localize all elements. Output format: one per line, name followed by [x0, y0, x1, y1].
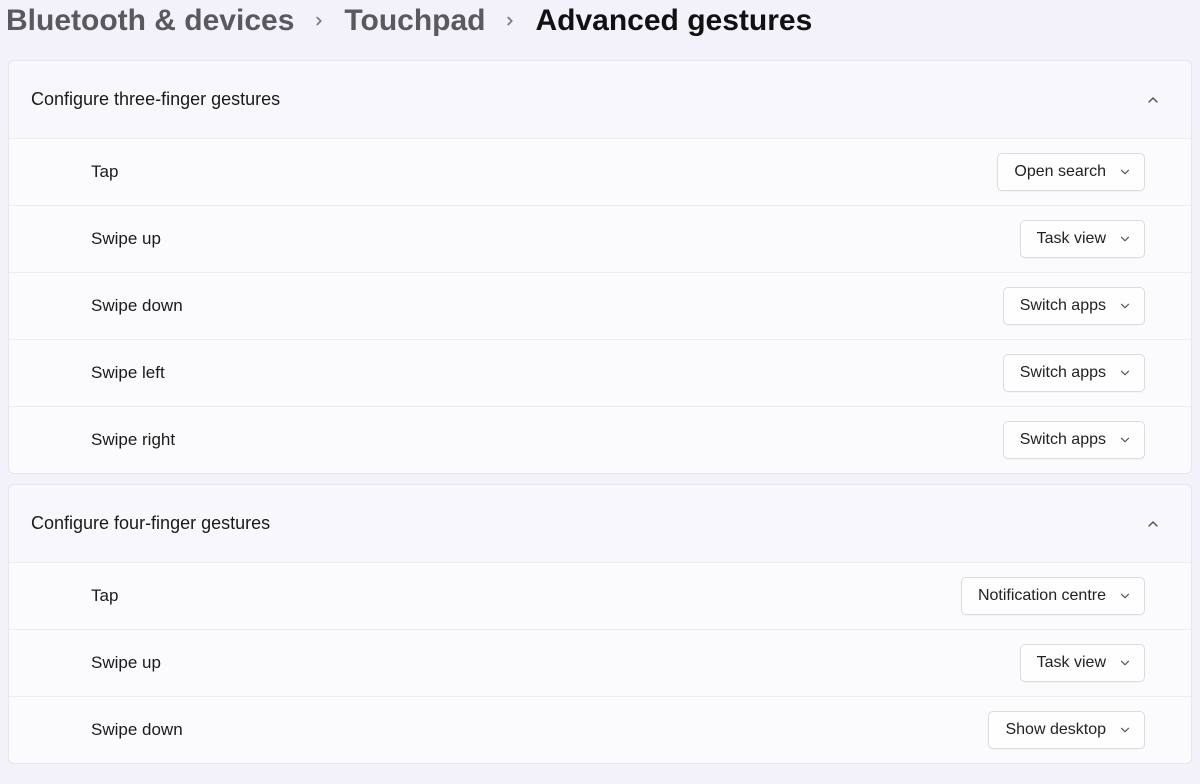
setting-label: Tap — [91, 162, 118, 182]
chevron-down-icon — [1118, 433, 1132, 447]
chevron-up-icon — [1145, 516, 1161, 532]
select-three-swipe-down[interactable]: Switch apps — [1003, 287, 1145, 325]
breadcrumb-link-bluetooth-devices[interactable]: Bluetooth & devices — [6, 4, 294, 38]
chevron-down-icon — [1118, 232, 1132, 246]
setting-row-three-swipe-left: Swipe left Switch apps — [9, 339, 1191, 406]
select-four-swipe-down[interactable]: Show desktop — [988, 711, 1145, 749]
group-four-finger: Configure four-finger gestures Tap Notif… — [8, 484, 1192, 764]
setting-label: Swipe left — [91, 363, 165, 383]
select-value: Switch apps — [1020, 431, 1106, 449]
select-four-swipe-up[interactable]: Task view — [1020, 644, 1145, 682]
setting-label: Swipe up — [91, 653, 161, 673]
setting-label: Swipe up — [91, 229, 161, 249]
select-value: Task view — [1037, 654, 1106, 672]
group-header-four-finger[interactable]: Configure four-finger gestures — [9, 485, 1191, 562]
chevron-down-icon — [1118, 656, 1132, 670]
setting-label: Swipe down — [91, 720, 183, 740]
group-title: Configure three-finger gestures — [31, 89, 280, 110]
select-value: Task view — [1037, 230, 1106, 248]
select-value: Open search — [1014, 163, 1106, 181]
chevron-down-icon — [1118, 299, 1132, 313]
setting-label: Swipe right — [91, 430, 175, 450]
breadcrumb-link-touchpad[interactable]: Touchpad — [344, 4, 485, 38]
setting-row-four-tap: Tap Notification centre — [9, 562, 1191, 629]
select-three-swipe-left[interactable]: Switch apps — [1003, 354, 1145, 392]
chevron-down-icon — [1118, 723, 1132, 737]
select-four-tap[interactable]: Notification centre — [961, 577, 1145, 615]
setting-row-three-swipe-up: Swipe up Task view — [9, 205, 1191, 272]
select-value: Switch apps — [1020, 297, 1106, 315]
chevron-right-icon — [503, 14, 517, 28]
group-three-finger: Configure three-finger gestures Tap Open… — [8, 60, 1192, 474]
select-three-tap[interactable]: Open search — [997, 153, 1145, 191]
setting-row-three-swipe-down: Swipe down Switch apps — [9, 272, 1191, 339]
select-value: Switch apps — [1020, 364, 1106, 382]
breadcrumb: Bluetooth & devices Touchpad Advanced ge… — [0, 0, 1200, 60]
setting-label: Swipe down — [91, 296, 183, 316]
chevron-right-icon — [312, 14, 326, 28]
setting-row-three-swipe-right: Swipe right Switch apps — [9, 406, 1191, 473]
select-value: Show desktop — [1005, 721, 1106, 739]
chevron-down-icon — [1118, 165, 1132, 179]
setting-row-three-tap: Tap Open search — [9, 138, 1191, 205]
select-three-swipe-right[interactable]: Switch apps — [1003, 421, 1145, 459]
group-title: Configure four-finger gestures — [31, 513, 270, 534]
select-three-swipe-up[interactable]: Task view — [1020, 220, 1145, 258]
setting-label: Tap — [91, 586, 118, 606]
group-header-three-finger[interactable]: Configure three-finger gestures — [9, 61, 1191, 138]
select-value: Notification centre — [978, 587, 1106, 605]
chevron-down-icon — [1118, 366, 1132, 380]
setting-row-four-swipe-up: Swipe up Task view — [9, 629, 1191, 696]
chevron-up-icon — [1145, 92, 1161, 108]
chevron-down-icon — [1118, 589, 1132, 603]
breadcrumb-current: Advanced gestures — [535, 4, 812, 38]
setting-row-four-swipe-down: Swipe down Show desktop — [9, 696, 1191, 763]
